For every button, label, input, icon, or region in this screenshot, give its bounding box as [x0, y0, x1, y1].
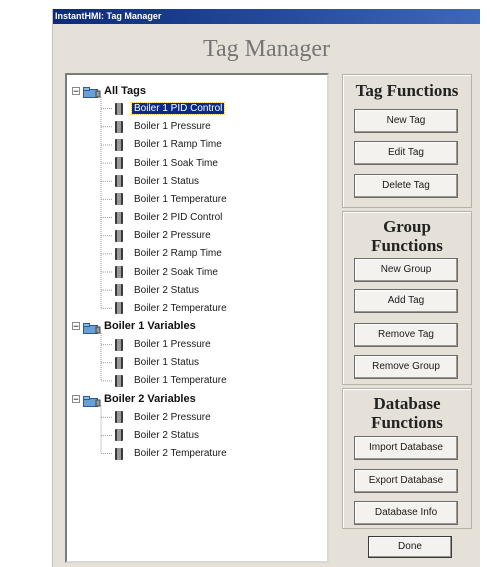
folder-tags-icon [83, 394, 101, 407]
tag-icon [115, 429, 123, 442]
tag-icon [115, 247, 123, 260]
remove-group-button[interactable]: Remove Group [354, 355, 458, 379]
tree-tag-item[interactable]: Boiler 2 Temperature [115, 446, 229, 461]
tag-icon [115, 193, 123, 206]
tree-tag-label[interactable]: Boiler 1 Temperature [132, 375, 229, 386]
tree-tag-label[interactable]: Boiler 2 Temperature [132, 448, 229, 459]
tag-icon [115, 284, 123, 297]
new-group-button[interactable]: New Group [354, 258, 458, 282]
delete-tag-button[interactable]: Delete Tag [354, 174, 458, 198]
import-database-button[interactable]: Import Database [354, 436, 458, 460]
tag-icon [115, 338, 123, 351]
group-functions-title: Group Functions [371, 217, 443, 255]
tree-tag-item[interactable]: Boiler 1 Pressure [115, 119, 213, 134]
tree-tag-label[interactable]: Boiler 2 Status [132, 430, 201, 441]
tag-icon [115, 447, 123, 460]
tag-icon [115, 157, 123, 170]
tag-icon [115, 120, 123, 133]
tree-tag-item[interactable]: Boiler 1 Pressure [115, 337, 213, 352]
tag-icon [115, 138, 123, 151]
add-tag-button[interactable]: Add Tag [354, 289, 458, 313]
tree-group-2[interactable]: − Boiler 2 Variables [72, 392, 196, 407]
tree-tag-item[interactable]: Boiler 1 PID Control [115, 101, 226, 116]
tree-tag-item[interactable]: Boiler 2 Status [115, 428, 201, 443]
collapse-toggle-icon[interactable]: − [72, 395, 80, 405]
tree-tag-label[interactable]: Boiler 2 Pressure [132, 412, 213, 423]
window-titlebar[interactable]: InstantHMI: Tag Manager [53, 9, 480, 24]
tree-tag-item[interactable]: Boiler 1 Soak Time [115, 156, 220, 171]
database-functions-title: Database Functions [371, 394, 443, 432]
database-functions-panel: Database Functions Import Database Expor… [342, 388, 472, 529]
tree-group-label[interactable]: Boiler 2 Variables [104, 393, 196, 405]
tag-functions-panel: Tag Functions New Tag Edit Tag Delete Ta… [342, 74, 472, 208]
tree-tag-label[interactable]: Boiler 2 Pressure [132, 230, 213, 241]
tree-tag-label[interactable]: Boiler 1 Pressure [132, 121, 213, 132]
tag-icon [115, 411, 123, 424]
new-tag-button[interactable]: New Tag [354, 109, 458, 133]
remove-tag-button[interactable]: Remove Tag [354, 323, 458, 347]
export-database-button[interactable]: Export Database [354, 469, 458, 493]
tree-tag-label[interactable]: Boiler 1 Status [132, 176, 201, 187]
tree-tag-label[interactable]: Boiler 2 Temperature [132, 303, 229, 314]
tag-functions-title: Tag Functions [355, 81, 459, 100]
tag-icon [115, 102, 123, 115]
collapse-toggle-icon[interactable]: − [72, 86, 80, 96]
tree-tag-label[interactable]: Boiler 2 Soak Time [132, 267, 220, 278]
tag-icon [115, 211, 123, 224]
edit-tag-button[interactable]: Edit Tag [354, 141, 458, 165]
tree-group-1[interactable]: − Boiler 1 Variables [72, 319, 196, 334]
tree-tag-label[interactable]: Boiler 1 Status [132, 357, 201, 368]
collapse-toggle-icon[interactable]: − [72, 322, 80, 332]
tree-tag-item[interactable]: Boiler 1 Status [115, 355, 201, 370]
tree-tag-item[interactable]: Boiler 2 PID Control [115, 210, 224, 225]
tag-manager-window: InstantHMI: Tag Manager Tag Manager − All… [52, 9, 480, 567]
tree-tag-item[interactable]: Boiler 2 Ramp Time [115, 246, 224, 261]
group-functions-panel: Group Functions New Group Add Tag Remove… [342, 211, 472, 385]
tree-tag-item[interactable]: Boiler 2 Pressure [115, 228, 213, 243]
tree-tag-label[interactable]: Boiler 1 Pressure [132, 339, 213, 350]
tag-icon [115, 302, 123, 315]
tree-tag-item[interactable]: Boiler 1 Temperature [115, 373, 229, 388]
tag-icon [115, 229, 123, 242]
tree-tag-label[interactable]: Boiler 2 Status [132, 285, 201, 296]
tree-group-0[interactable]: − All Tags [72, 83, 146, 98]
tree-tag-item[interactable]: Boiler 2 Soak Time [115, 265, 220, 280]
tree-tag-item[interactable]: Boiler 2 Temperature [115, 301, 229, 316]
tree-tag-item[interactable]: Boiler 2 Status [115, 283, 201, 298]
page-title: Tag Manager [203, 36, 330, 62]
tree-tag-item[interactable]: Boiler 1 Ramp Time [115, 137, 224, 152]
tree-tag-item[interactable]: Boiler 1 Status [115, 174, 201, 189]
tree-tag-item[interactable]: Boiler 1 Temperature [115, 192, 229, 207]
tag-icon [115, 266, 123, 278]
tree-tag-label[interactable]: Boiler 1 Soak Time [132, 158, 220, 169]
tag-icon [115, 175, 123, 188]
tag-tree[interactable]: − All Tags Boiler 1 PID Control Boiler 1 Pr… [65, 73, 329, 563]
folder-tags-icon [83, 85, 101, 98]
tree-tag-label[interactable]: Boiler 1 Ramp Time [132, 139, 224, 150]
tree-tag-label[interactable]: Boiler 1 Temperature [132, 194, 229, 205]
tag-icon [115, 356, 123, 369]
tree-tag-item[interactable]: Boiler 2 Pressure [115, 410, 213, 425]
tree-tag-label[interactable]: Boiler 1 PID Control [130, 102, 226, 116]
database-info-button[interactable]: Database Info [354, 501, 458, 525]
tree-group-label[interactable]: Boiler 1 Variables [104, 320, 196, 332]
done-button[interactable]: Done [368, 536, 452, 558]
tree-group-label[interactable]: All Tags [104, 85, 146, 97]
tree-tag-label[interactable]: Boiler 2 PID Control [132, 212, 224, 223]
tag-icon [115, 374, 123, 387]
folder-tags-icon [83, 321, 101, 334]
tree-tag-label[interactable]: Boiler 2 Ramp Time [132, 248, 224, 259]
